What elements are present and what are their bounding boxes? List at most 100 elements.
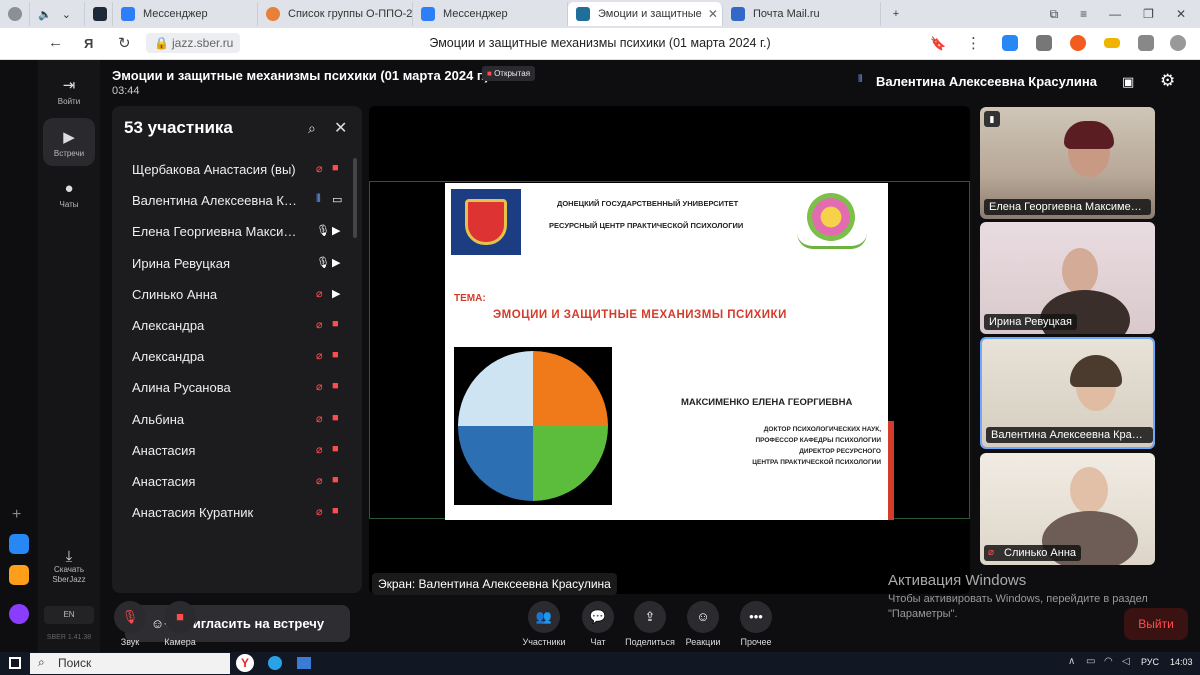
messenger-icon (121, 7, 135, 21)
vk-icon[interactable] (9, 534, 29, 554)
extension-icon[interactable] (1036, 35, 1052, 51)
wifi-icon[interactable]: ◠ (1104, 656, 1113, 667)
address-page-title[interactable]: Эмоции и защитные механизмы психики (01 … (300, 36, 900, 50)
window-close-icon[interactable]: ✕ (1176, 7, 1186, 22)
windows-start-icon[interactable] (9, 657, 21, 669)
clock[interactable]: 14:03 (1170, 657, 1193, 667)
video-tile[interactable]: ▮ Елена Георгиевна Максименко (980, 107, 1155, 219)
minimize-icon[interactable]: — (1109, 7, 1121, 22)
screen-share-caption: Экран: Валентина Алексеевна Красулина (372, 573, 617, 595)
gear-icon[interactable]: ⚙ (1160, 71, 1175, 91)
camera-toggle-button[interactable]: ■ (164, 601, 196, 633)
nav-login[interactable]: ⇥ Войти (38, 76, 100, 106)
meeting-title: Эмоции и защитные механизмы психики (01 … (112, 68, 489, 83)
participant-row[interactable]: Анастасия ⌀ ■ (112, 435, 362, 466)
chat-button[interactable]: 💬 (582, 601, 614, 633)
participant-row[interactable]: Анастасия Куратник ⌀ ■ (112, 497, 362, 528)
participant-row[interactable]: Елена Георгиевна Максименко 🎙▶ (112, 216, 362, 247)
mic-toggle-button[interactable]: 🎙 (114, 601, 146, 633)
plus-icon[interactable]: + (12, 506, 21, 524)
input-language[interactable]: РУС (1141, 657, 1159, 667)
volume-icon[interactable]: ◁ (1122, 656, 1130, 667)
app-taskbar-icon[interactable] (297, 657, 311, 669)
reload-icon[interactable]: ↻ (118, 34, 131, 52)
bookmarks-icon[interactable]: ⧉ (1050, 7, 1059, 22)
orange-site-icon (266, 7, 280, 21)
more-vertical-icon[interactable]: ⋮ (966, 34, 981, 52)
audio-tab-button[interactable]: 🔈 ⌄ (30, 2, 85, 26)
slide-tema-label: ТЕМА: (454, 293, 486, 304)
skype-icon[interactable] (268, 656, 282, 670)
tray-chevron-icon[interactable]: ∧ (1068, 656, 1075, 667)
more-button[interactable]: ••• (740, 601, 772, 633)
tab-messenger-2[interactable]: Мессенджер (413, 2, 568, 26)
taskbar-search[interactable]: ⌕ Поиск (30, 653, 230, 674)
alice-icon[interactable] (9, 604, 29, 624)
lock-open-icon: ■ (487, 69, 492, 78)
profile-avatar[interactable] (0, 2, 30, 26)
active-speaker: Валентина Алексеевна Красулина (876, 74, 1097, 89)
mail-ru-icon[interactable] (9, 565, 29, 585)
participant-row[interactable]: Анастасия ⌀ ■ (112, 466, 362, 497)
participants-count: 53 участника (124, 118, 233, 137)
invite-label: Пригласить на встречу (175, 616, 325, 631)
activation-line: Чтобы активировать Windows, перейдите в … (888, 593, 1148, 605)
new-tab-button[interactable]: + (881, 2, 911, 26)
participant-row[interactable]: Щербакова Анастасия (вы) ⌀ ■ (112, 154, 362, 185)
participant-row[interactable]: Валентина Алексеевна Красулина ⦀ ▭ (112, 185, 362, 216)
network-icon[interactable]: ▭ (1086, 656, 1095, 667)
restore-icon[interactable]: ❐ (1143, 7, 1154, 22)
battery-extension-icon[interactable] (1104, 38, 1120, 48)
tile-name: ⌀ Слинько Анна (984, 545, 1082, 561)
share-button[interactable]: ⇪ (634, 601, 666, 633)
participants-button[interactable]: 👥 (528, 601, 560, 633)
tab-messenger-1[interactable]: Мессенджер (113, 2, 258, 26)
nav-download[interactable]: ⤓ Скачать SberJazz (38, 549, 100, 585)
vk-extension-icon[interactable] (1002, 35, 1018, 51)
yandex-icon[interactable]: Я (84, 36, 93, 51)
participant-row[interactable]: Ирина Ревуцкая 🎙 ▶ (112, 248, 362, 279)
video-tile-speaking[interactable]: Валентина Алексеевна Красулина (980, 337, 1155, 449)
slide-credentials: ДОКТОР ПСИХОЛОГИЧЕСКИХ НАУК, ПРОФЕССОР К… (715, 424, 881, 468)
participant-row[interactable]: Алина Русанова ⌀ ■ (112, 372, 362, 403)
sberjazz-icon (576, 7, 590, 21)
mic-off-icon: ⌀ (316, 443, 323, 456)
puzzle-extension-icon[interactable] (1138, 35, 1154, 51)
leave-meeting-button[interactable]: Выйти (1124, 608, 1188, 640)
close-icon[interactable]: ✕ (334, 118, 347, 138)
tab-meeting[interactable]: Эмоции и защитные ✕ (568, 2, 723, 26)
tab-mail[interactable]: Почта Mail.ru (723, 2, 881, 26)
tab-label: Эмоции и защитные (598, 8, 702, 20)
video-tile[interactable]: ⌀ Слинько Анна (980, 453, 1155, 565)
language-button[interactable]: EN (44, 606, 94, 624)
pinned-tab[interactable] (85, 2, 113, 26)
camera-off-icon: ■ (332, 411, 339, 424)
reactions-button[interactable]: ☺ (687, 601, 719, 633)
video-tile[interactable]: Ирина Ревуцкая (980, 222, 1155, 334)
nav-meetings[interactable]: ▶ Встречи (38, 128, 100, 158)
tile-name: Ирина Ревуцкая (984, 314, 1077, 330)
search-icon[interactable]: ⌕ (308, 120, 316, 137)
back-icon[interactable]: ← (48, 34, 63, 51)
participant-row[interactable]: Александра ⌀ ■ (112, 310, 362, 341)
participant-row[interactable]: Альбина ⌀ ■ (112, 404, 362, 435)
site-chip[interactable]: 🔒 jazz.sber.ru (146, 33, 240, 53)
close-icon[interactable]: ✕ (702, 7, 718, 21)
screen-share-icon: ▭ (332, 194, 343, 207)
more-horizontal-icon: ••• (749, 609, 763, 624)
menu-icon[interactable]: ≡ (1080, 7, 1087, 22)
bookmark-icon[interactable]: 🔖 (930, 36, 946, 52)
nav-chats[interactable]: ● Чаты (38, 180, 100, 209)
open-meeting-badge: ■ Открытая (482, 66, 536, 81)
participant-row[interactable]: Слинько Анна ⌀ ▶ (112, 279, 362, 310)
address-bar: ← Я ↻ 🔒 jazz.sber.ru Эмоции и защитные ме… (0, 28, 1200, 60)
search-icon: ⌕ (38, 655, 45, 669)
downloads-icon[interactable] (1170, 35, 1186, 51)
participant-row[interactable]: Александра ⌀ ■ (112, 341, 362, 372)
tab-group-list[interactable]: Список группы О-ППО-20 (258, 2, 413, 26)
layout-icon[interactable]: ▣ (1122, 74, 1134, 90)
yandex-browser-icon[interactable]: Y (236, 654, 254, 672)
flame-extension-icon[interactable] (1070, 35, 1086, 51)
camera-on-icon: ▶ (332, 287, 341, 300)
share-screen-icon: ⇪ (644, 609, 656, 624)
